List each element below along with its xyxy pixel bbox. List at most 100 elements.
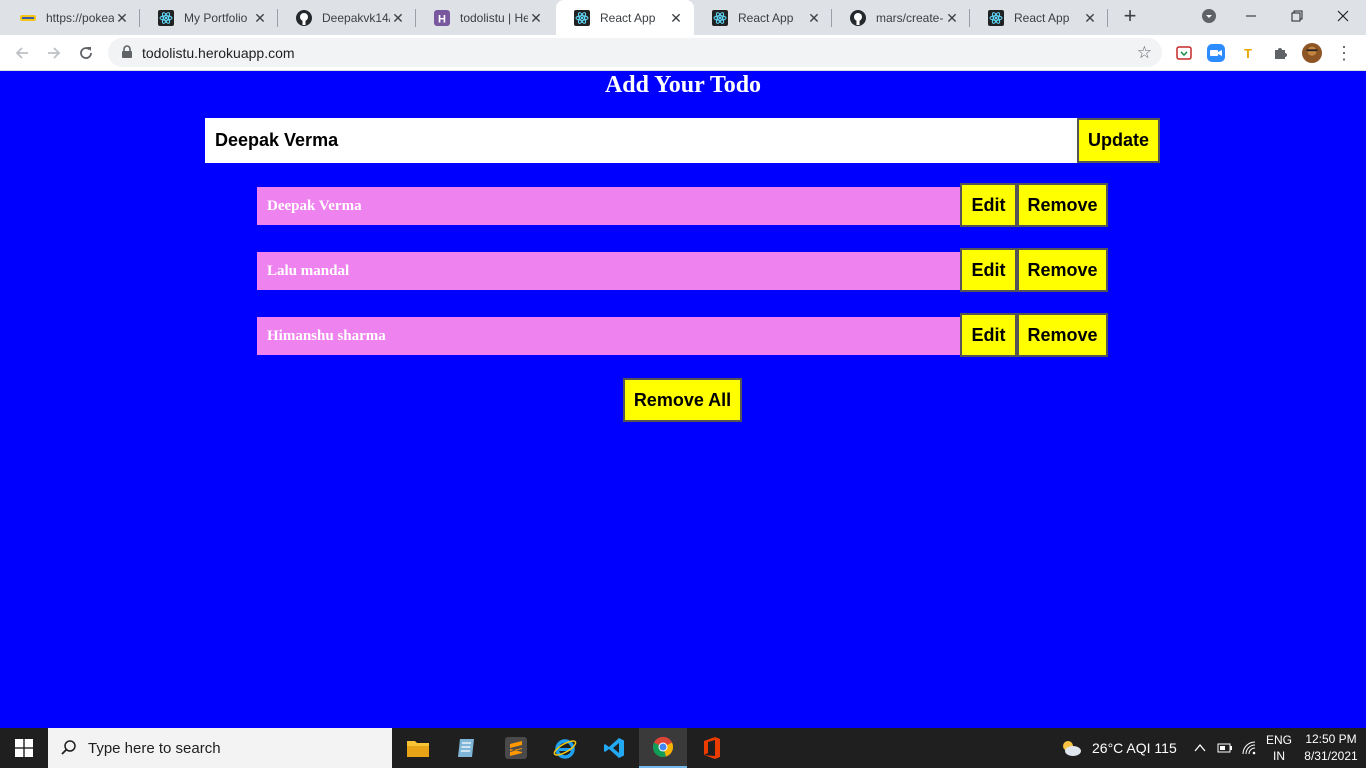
weather-widget[interactable]: 26°C AQI 115 <box>1060 728 1177 768</box>
remove-button[interactable]: Remove <box>1017 313 1108 357</box>
start-button[interactable] <box>0 728 48 768</box>
show-hidden-icons-button[interactable] <box>1194 728 1206 768</box>
tab-title: todolistu | He <box>460 10 528 25</box>
tab-title: React App <box>738 10 794 25</box>
edit-button[interactable]: Edit <box>960 248 1017 292</box>
taskbar-search-box[interactable]: Type here to search <box>48 728 392 768</box>
puzzle-icon[interactable] <box>1270 43 1290 63</box>
zoom-extension-icon[interactable] <box>1206 43 1226 63</box>
close-tab-icon[interactable]: ✕ <box>252 10 268 26</box>
close-tab-icon[interactable]: ✕ <box>390 10 406 26</box>
minimize-icon <box>1246 15 1256 17</box>
office-icon[interactable] <box>688 728 736 768</box>
tab-search-button[interactable] <box>1186 0 1232 32</box>
forward-button[interactable] <box>40 39 68 67</box>
list-item: Lalu mandal Edit Remove <box>257 248 1108 294</box>
pokeapi-icon <box>20 10 36 26</box>
remove-all-button[interactable]: Remove All <box>623 378 742 422</box>
close-tab-icon[interactable]: ✕ <box>528 10 544 26</box>
notes-app-icon[interactable] <box>443 728 491 768</box>
restore-button[interactable] <box>1274 0 1320 32</box>
close-tab-icon[interactable]: ✕ <box>114 10 130 26</box>
todo-text: Himanshu sharma <box>257 317 961 355</box>
language-indicator[interactable]: ENG IN <box>1264 732 1294 764</box>
browser-toolbar: todolistu.herokuapp.com ☆ T ⋮ <box>0 35 1366 71</box>
search-placeholder: Type here to search <box>88 739 221 757</box>
vscode-icon[interactable] <box>590 728 638 768</box>
todo-input[interactable]: Deepak Verma <box>205 118 1078 163</box>
github-icon <box>850 9 866 26</box>
chrome-icon[interactable] <box>639 728 687 768</box>
tab-react-app-2[interactable]: React App ✕ <box>694 0 832 35</box>
back-button[interactable] <box>8 39 36 67</box>
tab-my-portfolio[interactable]: My Portfolio ✕ <box>140 0 278 35</box>
reload-button[interactable] <box>72 39 100 67</box>
search-icon <box>61 740 76 755</box>
minimize-button[interactable] <box>1228 0 1274 32</box>
internet-explorer-icon[interactable] <box>541 728 589 768</box>
address-bar[interactable]: todolistu.herokuapp.com ☆ <box>108 38 1162 67</box>
page-title: Add Your Todo <box>604 72 762 98</box>
bookmark-star-icon[interactable]: ☆ <box>1137 43 1152 63</box>
reload-icon <box>80 47 92 59</box>
weather-cloud-sun-icon <box>1063 741 1081 756</box>
react-icon <box>574 9 590 26</box>
close-tab-icon[interactable]: ✕ <box>1082 10 1098 26</box>
tab-title: React App <box>600 10 656 25</box>
edit-button[interactable]: Edit <box>960 183 1017 227</box>
close-tab-icon[interactable]: ✕ <box>668 10 684 26</box>
chevron-up-icon <box>1194 743 1206 752</box>
edit-button[interactable]: Edit <box>960 313 1017 357</box>
battery-icon[interactable] <box>1217 728 1233 768</box>
url-text: todolistu.herokuapp.com <box>142 45 295 61</box>
tab-github-deepakvk14[interactable]: Deepakvk14/ ✕ <box>278 0 416 35</box>
region-code: IN <box>1273 749 1285 763</box>
tab-title: React App <box>1014 10 1070 25</box>
react-icon <box>712 9 728 26</box>
tab-title: https://pokea <box>46 10 114 25</box>
new-tab-button[interactable]: + <box>1118 5 1142 29</box>
kebab-menu-icon[interactable]: ⋮ <box>1334 43 1354 63</box>
wifi-icon[interactable] <box>1241 728 1257 768</box>
pocket-extension-icon[interactable] <box>1174 43 1194 63</box>
lock-icon <box>122 45 132 58</box>
github-icon <box>296 9 312 26</box>
todo-text: Lalu mandal <box>257 252 961 290</box>
react-icon <box>988 9 1004 26</box>
taskbar: Type here to search 26°C AQI 115 ENG IN … <box>0 728 1366 768</box>
close-window-button[interactable] <box>1320 0 1366 32</box>
weather-text: 26°C AQI 115 <box>1092 740 1177 756</box>
tab-github-mars[interactable]: mars/create-r ✕ <box>832 0 970 35</box>
update-button[interactable]: Update <box>1077 118 1160 163</box>
list-item: Himanshu sharma Edit Remove <box>257 313 1108 359</box>
remove-button[interactable]: Remove <box>1017 248 1108 292</box>
clock-date: 8/31/2021 <box>1304 749 1358 763</box>
avatar[interactable] <box>1302 43 1322 63</box>
tab-react-app-active[interactable]: React App ✕ <box>556 0 694 35</box>
close-tab-icon[interactable]: ✕ <box>806 10 822 26</box>
arrow-right-icon <box>48 47 61 59</box>
translate-extension-icon[interactable]: T <box>1238 43 1258 63</box>
taskbar-clock[interactable]: 12:50 PM 8/31/2021 <box>1300 731 1362 765</box>
close-tab-icon[interactable]: ✕ <box>944 10 960 26</box>
file-explorer-icon[interactable] <box>394 728 442 768</box>
restore-icon <box>1291 10 1303 22</box>
sublime-text-icon[interactable] <box>492 728 540 768</box>
language-code: ENG <box>1265 733 1292 747</box>
tab-heroku[interactable]: H todolistu | He ✕ <box>416 0 554 35</box>
browser-tab-strip: https://pokea ✕ My Portfolio ✕ Deepakvk1… <box>0 0 1366 35</box>
close-icon <box>1337 10 1349 22</box>
tab-title: My Portfolio <box>184 10 248 25</box>
arrow-left-icon <box>15 47 28 59</box>
tab-pokeapi[interactable]: https://pokea ✕ <box>2 0 140 35</box>
tab-title: Deepakvk14/ <box>322 10 390 25</box>
tab-separator <box>1107 9 1108 27</box>
tab-title: mars/create-r <box>876 10 944 25</box>
tab-react-app-3[interactable]: React App ✕ <box>970 0 1108 35</box>
remove-button[interactable]: Remove <box>1017 183 1108 227</box>
svg-text:H: H <box>438 13 446 25</box>
clock-time: 12:50 PM <box>1305 732 1357 746</box>
windows-logo-icon <box>15 739 33 757</box>
react-icon <box>158 9 174 26</box>
list-item: Deepak Verma Edit Remove <box>257 183 1108 229</box>
